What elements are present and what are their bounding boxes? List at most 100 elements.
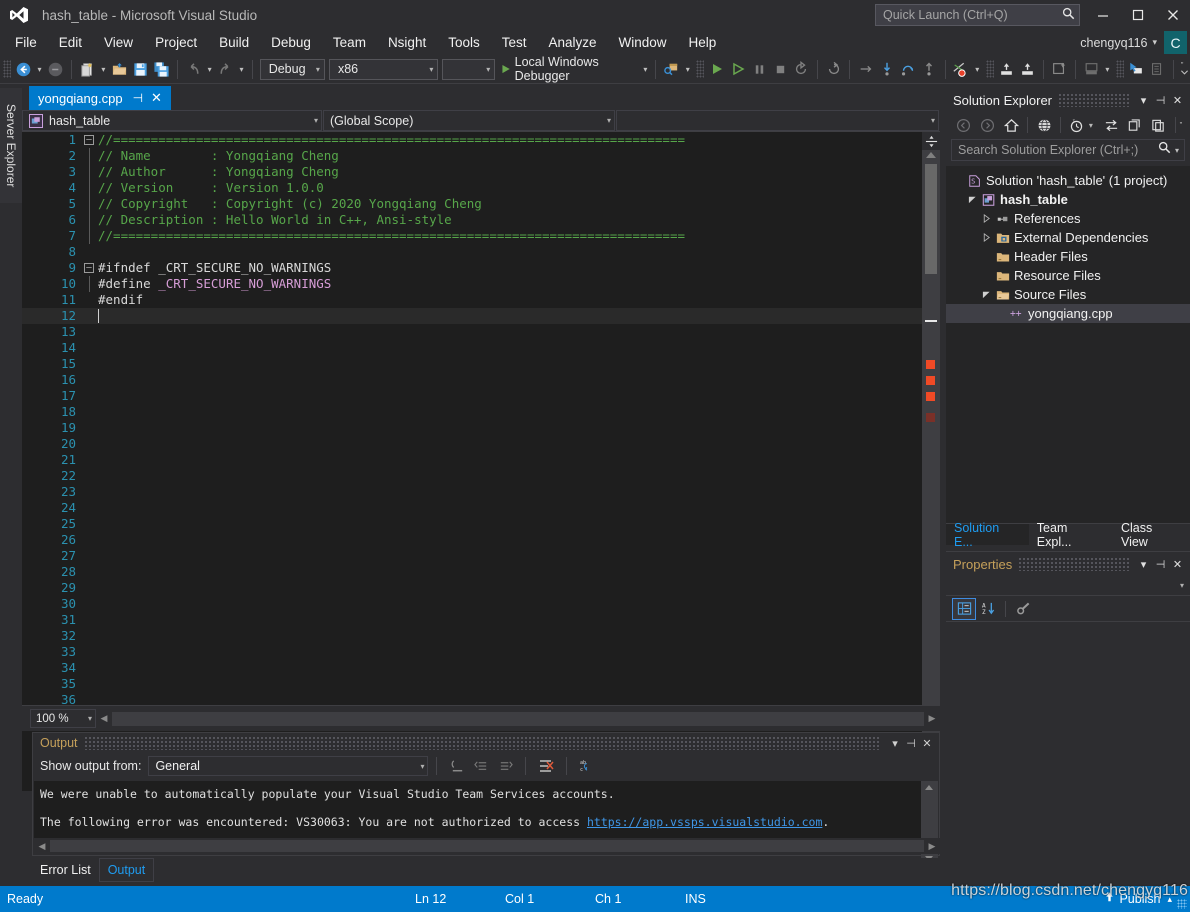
code-line[interactable]: 24 bbox=[22, 500, 940, 516]
pending-changes-icon[interactable]: T bbox=[1065, 114, 1089, 136]
categorized-view-icon[interactable] bbox=[952, 597, 976, 620]
avatar[interactable]: C bbox=[1164, 31, 1187, 54]
search-input[interactable] bbox=[952, 143, 1156, 157]
start-debug-button[interactable]: Local Windows Debugger ▾ bbox=[497, 55, 650, 83]
overflow-icon[interactable]: ” bbox=[1180, 121, 1190, 130]
toolbar-grip[interactable] bbox=[985, 60, 994, 78]
editor-horizontal-scrollbar[interactable] bbox=[112, 711, 924, 726]
menu-item-edit[interactable]: Edit bbox=[48, 33, 93, 52]
close-icon[interactable]: ✕ bbox=[148, 90, 165, 106]
toolbar-overflow-icon[interactable]: " bbox=[1179, 57, 1190, 81]
code-line[interactable]: 13 bbox=[22, 324, 940, 340]
tab-output[interactable]: Output bbox=[98, 858, 155, 882]
solution-platform-combo[interactable]: x86 ▾ bbox=[328, 58, 439, 80]
property-pages-icon[interactable] bbox=[1011, 598, 1035, 620]
pin-icon[interactable]: ⊣ bbox=[1152, 94, 1169, 107]
output-horizontal-scrollbar[interactable]: ◀ ▶ bbox=[34, 838, 940, 854]
code-line[interactable]: 22 bbox=[22, 468, 940, 484]
pin-icon[interactable]: ⊣ bbox=[1152, 558, 1169, 571]
start-without-debugging-icon[interactable] bbox=[727, 57, 748, 81]
tree-item-hash-table[interactable]: hash_table bbox=[946, 190, 1190, 209]
error-marker-dim[interactable] bbox=[926, 413, 935, 422]
chevron-down-icon[interactable]: ▾ bbox=[1135, 558, 1152, 571]
scroll-right-arrow-icon[interactable]: ▶ bbox=[924, 841, 940, 852]
tree-item-resource-files[interactable]: Resource Files bbox=[946, 266, 1190, 285]
navigate-back-icon[interactable] bbox=[13, 57, 34, 81]
code-line[interactable]: 35 bbox=[22, 676, 940, 692]
search-icon[interactable] bbox=[1057, 7, 1079, 23]
new-project-dropdown-icon[interactable]: ▾ bbox=[98, 57, 109, 81]
resize-grip[interactable] bbox=[1177, 899, 1187, 909]
code-editor[interactable]: 1–//====================================… bbox=[22, 132, 940, 791]
close-icon[interactable]: ✕ bbox=[1169, 94, 1186, 107]
close-icon[interactable]: ✕ bbox=[1169, 558, 1186, 571]
indent-icon[interactable] bbox=[996, 57, 1017, 81]
chevron-down-icon[interactable]: ▾ bbox=[308, 116, 318, 125]
chevron-down-icon[interactable]: ▾ bbox=[477, 65, 490, 74]
search-icon[interactable] bbox=[1156, 141, 1173, 159]
navbar-class-combo[interactable]: hash_table ▾ bbox=[22, 110, 322, 131]
code-line[interactable]: 20 bbox=[22, 436, 940, 452]
bookmark-icon[interactable] bbox=[1126, 57, 1147, 81]
zoom-level-combo[interactable]: 100 % ▾ bbox=[30, 709, 96, 728]
code-line[interactable]: 21 bbox=[22, 452, 940, 468]
panel-drag-handle[interactable] bbox=[1058, 93, 1129, 107]
tree-item-yongqiang-cpp[interactable]: + + yongqiang.cpp bbox=[946, 304, 1190, 323]
toggle-breakpoint-icon[interactable] bbox=[951, 57, 972, 81]
error-marker[interactable] bbox=[926, 392, 935, 401]
menu-item-analyze[interactable]: Analyze bbox=[537, 33, 607, 52]
maximize-icon[interactable] bbox=[1120, 0, 1155, 30]
menu-item-project[interactable]: Project bbox=[144, 33, 208, 52]
code-line[interactable]: 12 bbox=[22, 308, 940, 324]
scroll-up-arrow-icon[interactable] bbox=[925, 785, 933, 790]
new-project-icon[interactable] bbox=[77, 57, 98, 81]
menu-item-file[interactable]: File bbox=[4, 33, 48, 52]
tree-item-external-dependencies[interactable]: External Dependencies bbox=[946, 228, 1190, 247]
chevron-down-icon[interactable]: ▾ bbox=[1180, 581, 1184, 590]
publish-button[interactable]: Publish ▴ bbox=[1103, 891, 1172, 907]
start-icon[interactable] bbox=[706, 57, 727, 81]
menu-item-help[interactable]: Help bbox=[678, 33, 728, 52]
code-line[interactable]: 16 bbox=[22, 372, 940, 388]
menu-item-test[interactable]: Test bbox=[491, 33, 538, 52]
step-into-icon[interactable] bbox=[876, 57, 897, 81]
expander-collapsed-icon[interactable] bbox=[979, 233, 993, 242]
fold-collapse-icon[interactable]: – bbox=[84, 263, 94, 273]
menu-item-build[interactable]: Build bbox=[208, 33, 260, 52]
pin-icon[interactable]: ⊣ bbox=[123, 91, 148, 105]
chevron-down-icon[interactable]: ▾ bbox=[887, 737, 903, 750]
code-line[interactable]: 28 bbox=[22, 564, 940, 580]
tab-team-explorer[interactable]: Team Expl... bbox=[1029, 521, 1113, 549]
code-line[interactable]: 8 bbox=[22, 244, 940, 260]
scrollbar-thumb[interactable] bbox=[925, 164, 937, 274]
document-tab-yongqiang-cpp[interactable]: yongqiang.cpp ⊣ ✕ bbox=[29, 86, 171, 110]
tree-item-solution-hash-table-1-project[interactable]: S Solution 'hash_table' (1 project) bbox=[946, 171, 1190, 190]
code-line[interactable]: 34 bbox=[22, 660, 940, 676]
tree-item-source-files[interactable]: Source Files bbox=[946, 285, 1190, 304]
scroll-left-arrow-icon[interactable]: ◀ bbox=[96, 713, 112, 724]
chevron-down-icon[interactable]: ▾ bbox=[1135, 94, 1152, 107]
chevron-down-icon[interactable]: ▾ bbox=[601, 116, 611, 125]
menu-item-debug[interactable]: Debug bbox=[260, 33, 322, 52]
code-line[interactable]: 11 #endif bbox=[22, 292, 940, 308]
close-icon[interactable] bbox=[1155, 0, 1190, 30]
expander-expanded-icon[interactable] bbox=[979, 290, 993, 299]
code-line[interactable]: 27 bbox=[22, 548, 940, 564]
save-all-icon[interactable] bbox=[151, 57, 172, 81]
navbar-member-combo[interactable]: (Global Scope) ▾ bbox=[323, 110, 615, 131]
properties-object-combo[interactable]: ▾ bbox=[946, 576, 1190, 596]
scroll-up-arrow-icon[interactable] bbox=[926, 152, 936, 158]
expander-expanded-icon[interactable] bbox=[965, 195, 979, 204]
panel-drag-handle[interactable] bbox=[83, 736, 881, 750]
attach-to-process-icon[interactable] bbox=[661, 57, 682, 81]
quick-launch-input[interactable] bbox=[876, 8, 1057, 22]
code-line[interactable]: 29 bbox=[22, 580, 940, 596]
breakpoint-dropdown-icon[interactable]: ▾ bbox=[972, 57, 983, 81]
code-line[interactable]: 19 bbox=[22, 420, 940, 436]
code-line[interactable]: 32 bbox=[22, 628, 940, 644]
split-view-icon[interactable] bbox=[922, 132, 940, 150]
menu-item-window[interactable]: Window bbox=[608, 33, 678, 52]
solution-tree[interactable]: S Solution 'hash_table' (1 project) hash_t… bbox=[946, 166, 1190, 524]
refresh-icon[interactable] bbox=[1123, 114, 1147, 136]
expander-collapsed-icon[interactable] bbox=[979, 214, 993, 223]
